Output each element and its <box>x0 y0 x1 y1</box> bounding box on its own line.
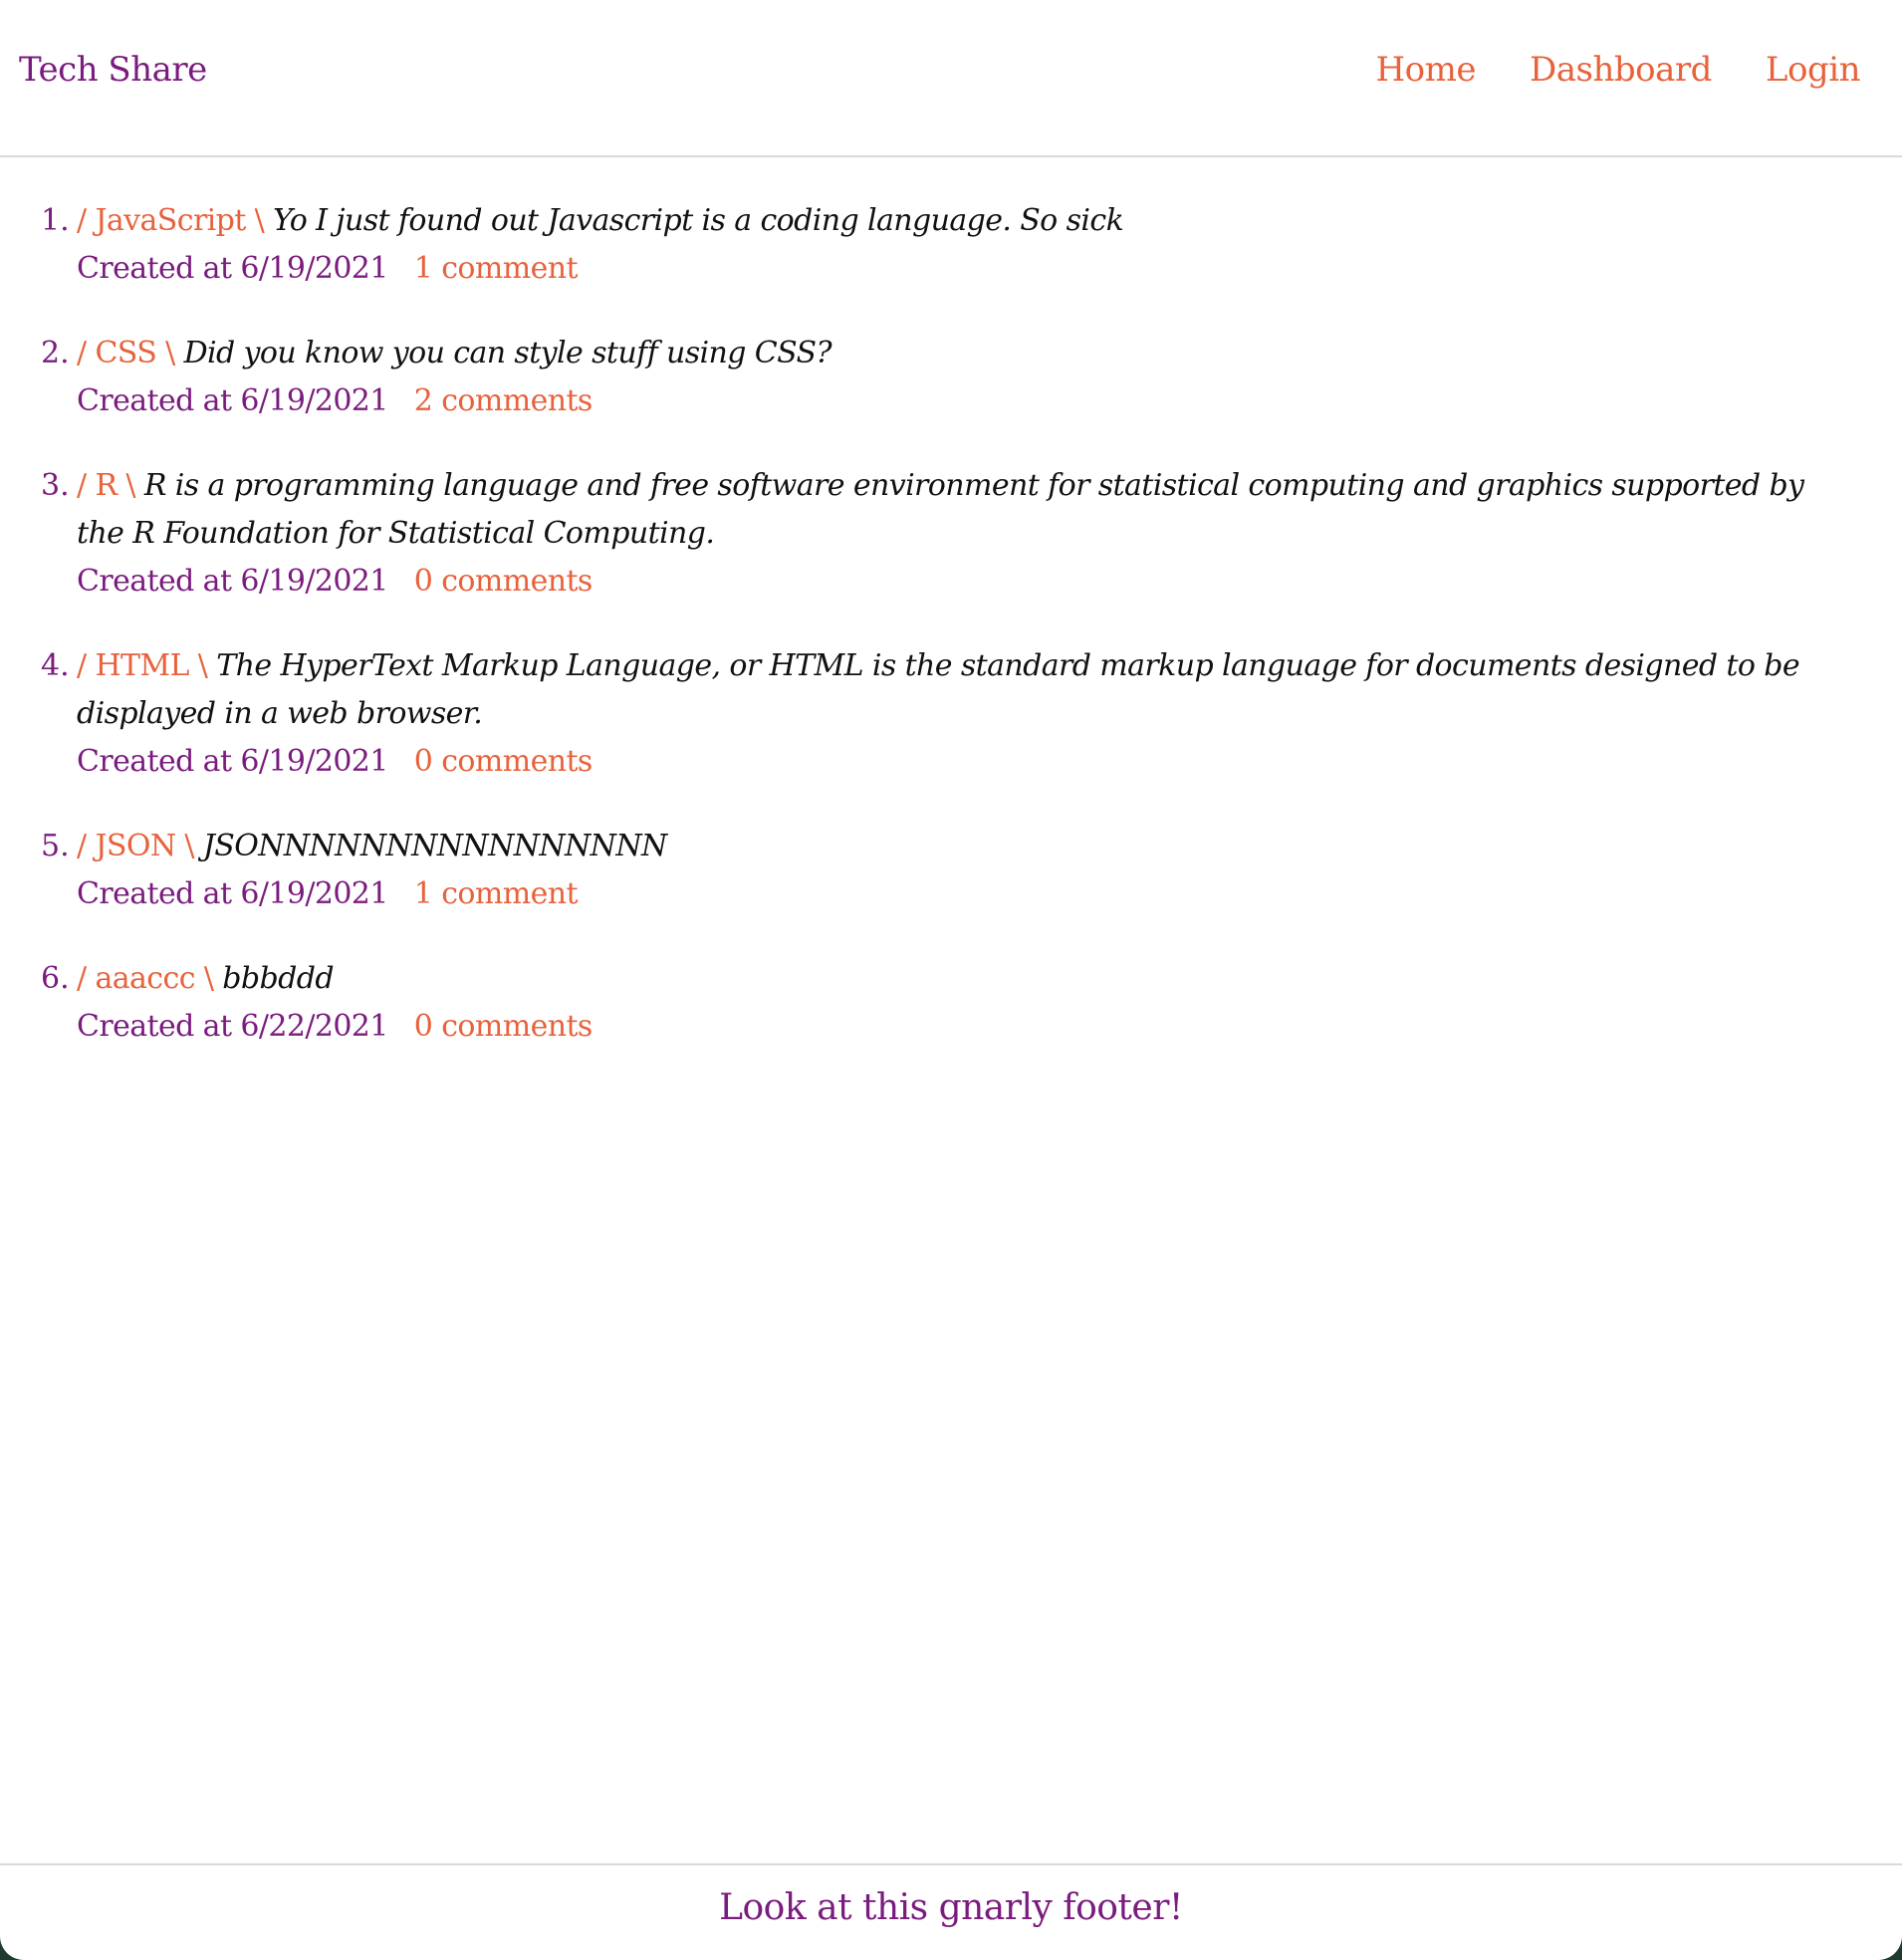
post-title-line: / HTML \ The HyperText Markup Language, … <box>77 642 1809 738</box>
post-created-date: Created at 6/19/2021 <box>77 744 388 779</box>
post-content: The HyperText Markup Language, or HTML i… <box>77 648 1800 731</box>
post-item: / R \ R is a programming language and fr… <box>41 462 1809 606</box>
post-created-date: Created at 6/19/2021 <box>77 564 388 599</box>
post-created-date: Created at 6/19/2021 <box>77 383 388 418</box>
post-item: / CSS \ Did you know you can style stuff… <box>41 330 1809 425</box>
post-meta: Created at 6/19/2021 0 comments <box>77 558 1809 606</box>
post-created-date: Created at 6/19/2021 <box>77 251 388 286</box>
post-title-line: / JavaScript \ Yo I just found out Javas… <box>77 197 1809 245</box>
post-topic-link[interactable]: / JavaScript \ <box>77 203 265 238</box>
post-topic-link[interactable]: / CSS \ <box>77 336 175 370</box>
post-content: bbbddd <box>222 961 334 996</box>
post-comments-link[interactable]: 0 comments <box>414 564 594 599</box>
post-comments-link[interactable]: 2 comments <box>414 383 594 418</box>
post-title-line: / aaaccc \ bbbddd <box>77 955 1809 1003</box>
post-topic-link[interactable]: / JSON \ <box>77 829 195 863</box>
post-meta: Created at 6/19/2021 0 comments <box>77 738 1809 786</box>
post-comments-link[interactable]: 1 comment <box>414 876 579 911</box>
post-meta: Created at 6/19/2021 1 comment <box>77 245 1809 293</box>
post-item: / aaaccc \ bbbddd Created at 6/22/2021 0 … <box>41 955 1809 1051</box>
brand-link[interactable]: Tech Share <box>19 50 207 90</box>
post-title-line: / R \ R is a programming language and fr… <box>77 462 1809 558</box>
site-footer: Look at this gnarly footer! <box>0 1863 1902 1960</box>
post-content: R is a programming language and free sof… <box>77 468 1804 551</box>
post-created-date: Created at 6/22/2021 <box>77 1009 388 1044</box>
main-nav: Home Dashboard Login <box>1376 50 1861 90</box>
post-item: / JSON \ JSONNNNNNNNNNNNNNNN Created at … <box>41 823 1809 918</box>
post-title-line: / JSON \ JSONNNNNNNNNNNNNNNN <box>77 823 1809 870</box>
post-list: / JavaScript \ Yo I just found out Javas… <box>0 197 1902 1051</box>
nav-login-link[interactable]: Login <box>1766 50 1861 90</box>
app-window: Tech Share Home Dashboard Login / JavaSc… <box>0 0 1902 1960</box>
post-created-date: Created at 6/19/2021 <box>77 876 388 911</box>
post-comments-link[interactable]: 1 comment <box>414 251 579 286</box>
post-meta: Created at 6/19/2021 2 comments <box>77 377 1809 425</box>
post-topic-link[interactable]: / HTML \ <box>77 648 208 683</box>
post-content: JSONNNNNNNNNNNNNNNN <box>202 829 667 863</box>
post-content: Yo I just found out Javascript is a codi… <box>273 203 1124 238</box>
post-item: / JavaScript \ Yo I just found out Javas… <box>41 197 1809 293</box>
footer-text: Look at this gnarly footer! <box>719 1887 1183 1928</box>
post-meta: Created at 6/22/2021 0 comments <box>77 1003 1809 1051</box>
main-content: / JavaScript \ Yo I just found out Javas… <box>0 157 1902 1051</box>
post-topic-link[interactable]: / aaaccc \ <box>77 961 214 996</box>
post-topic-link[interactable]: / R \ <box>77 468 135 503</box>
post-item: / HTML \ The HyperText Markup Language, … <box>41 642 1809 786</box>
post-content: Did you know you can style stuff using C… <box>183 336 832 370</box>
nav-dashboard-link[interactable]: Dashboard <box>1530 50 1712 90</box>
post-meta: Created at 6/19/2021 1 comment <box>77 870 1809 918</box>
site-header: Tech Share Home Dashboard Login <box>0 0 1902 157</box>
post-comments-link[interactable]: 0 comments <box>414 1009 594 1044</box>
post-comments-link[interactable]: 0 comments <box>414 744 594 779</box>
post-title-line: / CSS \ Did you know you can style stuff… <box>77 330 1809 377</box>
nav-home-link[interactable]: Home <box>1376 50 1477 90</box>
